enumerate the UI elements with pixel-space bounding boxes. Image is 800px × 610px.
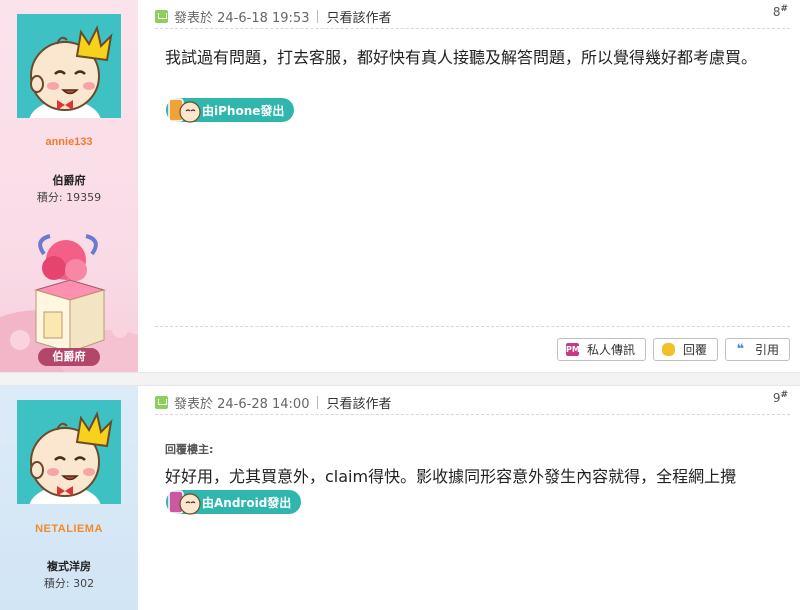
baby-crown-avatar-icon <box>17 400 121 504</box>
post-content: 發表於 24-6-18 19:53 只看該作者 8# 我試過有問題，打去客服，都… <box>138 0 800 372</box>
author-sidebar: NETALIEMA 複式洋房 積分: 302 <box>0 386 138 610</box>
reply-button[interactable]: 回覆 <box>652 338 718 361</box>
floor-number[interactable]: 9# <box>773 390 788 405</box>
pm-label: 私人傳訊 <box>586 343 635 357</box>
post-timestamp: 發表於 24-6-28 14:00 <box>174 396 310 412</box>
pm-button[interactable]: PM 私人傳訊 <box>556 338 646 361</box>
meta-separator <box>317 9 319 23</box>
username[interactable]: annie133 <box>0 136 138 148</box>
divider <box>155 414 790 415</box>
username[interactable]: NETALIEMA <box>0 523 138 535</box>
quote-icon: ❝ <box>736 342 745 357</box>
author-sidebar: annie133 伯爵府 積分: 19359 伯爵府 <box>0 0 138 372</box>
mobile-baby-icon <box>168 490 201 515</box>
avatar[interactable] <box>17 14 121 118</box>
device-label: 由iPhone發出 <box>202 103 285 118</box>
reply-icon <box>661 343 675 356</box>
user-points: 積分: 302 <box>43 577 95 590</box>
post-separator <box>0 372 800 386</box>
post-8: annie133 伯爵府 積分: 19359 伯爵府 發表於 24-6-18 1… <box>0 0 800 372</box>
baby-crown-avatar-icon <box>17 14 121 118</box>
divider <box>155 326 790 327</box>
quote-label: 引用 <box>754 343 779 357</box>
post-meta: 發表於 24-6-18 19:53 只看該作者 <box>155 5 790 27</box>
reply-to-label: 回覆樓主: <box>165 443 214 456</box>
floor-mark: # <box>780 390 788 400</box>
floor-mark: # <box>780 4 788 14</box>
post-body: 好好用，尤其買意外，claim得快。影收據同形容意外發生內容就得，全程網上攪 <box>165 467 737 486</box>
post-content: 發表於 24-6-28 14:00 只看該作者 9# 回覆樓主: 好好用，尤其買… <box>138 386 800 610</box>
reply-label: 回覆 <box>682 343 707 357</box>
mobile-baby-icon <box>168 98 201 123</box>
rank-badge-label: 伯爵府 <box>38 348 100 366</box>
post-doc-icon <box>155 9 168 23</box>
device-source-badge[interactable]: 由iPhone發出 <box>166 98 295 123</box>
post-meta: 發表於 24-6-28 14:00 只看該作者 <box>155 391 790 413</box>
avatar[interactable] <box>17 400 121 504</box>
post-doc-icon <box>155 395 168 409</box>
user-rank: 伯爵府 <box>52 174 86 187</box>
post-actions: PM 私人傳訊 回覆 ❝ 引用 <box>556 338 790 361</box>
post-9: NETALIEMA 複式洋房 積分: 302 發表於 24-6-28 14:00… <box>0 386 800 610</box>
only-author-link[interactable]: 只看該作者 <box>326 7 391 26</box>
only-author-link[interactable]: 只看該作者 <box>326 393 391 412</box>
post-body: 我試過有問題，打去客服，都好快有真人接聽及解答問題，所以覺得幾好都考慮買。 <box>165 48 758 67</box>
floor-number[interactable]: 8# <box>773 4 788 19</box>
divider <box>155 28 790 29</box>
device-label: 由Android發出 <box>202 495 292 510</box>
user-rank: 複式洋房 <box>47 560 91 573</box>
post-timestamp: 發表於 24-6-18 19:53 <box>174 10 310 26</box>
pm-icon: PM <box>565 343 580 356</box>
device-source-badge[interactable]: 由Android發出 <box>166 490 302 515</box>
meta-separator <box>317 395 319 409</box>
user-points: 積分: 19359 <box>36 191 102 204</box>
quote-button[interactable]: ❝ 引用 <box>724 338 790 361</box>
